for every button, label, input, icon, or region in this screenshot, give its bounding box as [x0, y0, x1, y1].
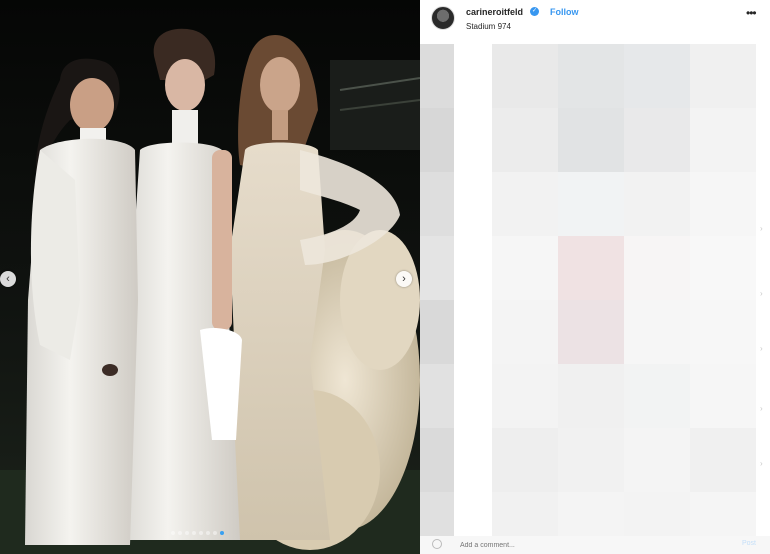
- blur-tile: [558, 300, 624, 364]
- verified-badge-icon: ✓: [530, 7, 539, 16]
- chevron-right-icon: ›: [760, 224, 763, 233]
- blur-tile: [624, 236, 690, 300]
- blur-tile: [690, 172, 756, 236]
- carousel-dot: [192, 531, 196, 535]
- carousel-dot: [171, 531, 175, 535]
- blur-tile: [624, 364, 690, 428]
- blur-tile: [420, 300, 454, 364]
- carousel-dot: [185, 531, 189, 535]
- location-link[interactable]: Stadium 974: [466, 22, 511, 31]
- blur-tile: [624, 172, 690, 236]
- follow-button[interactable]: Follow: [550, 7, 579, 17]
- blur-tile: [690, 44, 756, 108]
- blur-tile: [492, 172, 558, 236]
- carousel-dot: [213, 531, 217, 535]
- comment-input[interactable]: [460, 540, 660, 550]
- photo-image: [0, 0, 420, 554]
- chevron-right-icon: ›: [760, 404, 763, 413]
- blur-tile: [624, 300, 690, 364]
- emoji-icon[interactable]: [432, 539, 442, 549]
- username-link[interactable]: carineroitfeld: [466, 7, 523, 17]
- blur-tile: [690, 428, 756, 492]
- blur-tile: [690, 364, 756, 428]
- comment-bar: Post: [420, 536, 770, 554]
- avatar[interactable]: [431, 6, 455, 30]
- blur-tile: [624, 44, 690, 108]
- blur-tile: [420, 428, 454, 492]
- blur-tile: [558, 236, 624, 300]
- post-comment-button[interactable]: Post: [742, 540, 756, 547]
- blur-tile: [690, 300, 756, 364]
- blur-tile: [492, 108, 558, 172]
- blur-tile: [492, 236, 558, 300]
- chevron-right-icon: ›: [760, 459, 763, 468]
- carousel-dot: [199, 531, 203, 535]
- blur-tile: [624, 108, 690, 172]
- blur-tile: [690, 108, 756, 172]
- blur-tile: [690, 236, 756, 300]
- blur-tile: [420, 172, 454, 236]
- post-sidebar: carineroitfeld ✓ Follow Stadium 974 ••• …: [420, 0, 770, 554]
- blur-tile: [420, 108, 454, 172]
- carousel-prev-button[interactable]: ‹: [0, 271, 16, 287]
- carousel-dot: [206, 531, 210, 535]
- chevron-right-icon: ›: [760, 289, 763, 298]
- blur-tile: [420, 364, 454, 428]
- blur-tile: [558, 172, 624, 236]
- carousel-dot: [178, 531, 182, 535]
- blur-tile: [420, 44, 454, 108]
- blur-tile: [558, 108, 624, 172]
- comments-blurred: › › › › ›: [420, 44, 770, 544]
- blur-tile: [492, 428, 558, 492]
- carousel-dots: [171, 531, 224, 535]
- blur-tile: [558, 428, 624, 492]
- blur-tile: [492, 300, 558, 364]
- blur-tile: [492, 364, 558, 428]
- post-photo[interactable]: ‹ ›: [0, 0, 420, 554]
- blur-tile: [558, 44, 624, 108]
- blur-tile: [492, 44, 558, 108]
- more-horizontal-icon[interactable]: •••: [746, 7, 757, 19]
- blur-tile: [420, 236, 454, 300]
- post-header: carineroitfeld ✓ Follow Stadium 974 •••: [420, 0, 770, 40]
- carousel-dot: [220, 531, 224, 535]
- blur-tile: [624, 428, 690, 492]
- chevron-right-icon: ›: [760, 344, 763, 353]
- blur-tile: [558, 364, 624, 428]
- carousel-next-button[interactable]: ›: [396, 271, 412, 287]
